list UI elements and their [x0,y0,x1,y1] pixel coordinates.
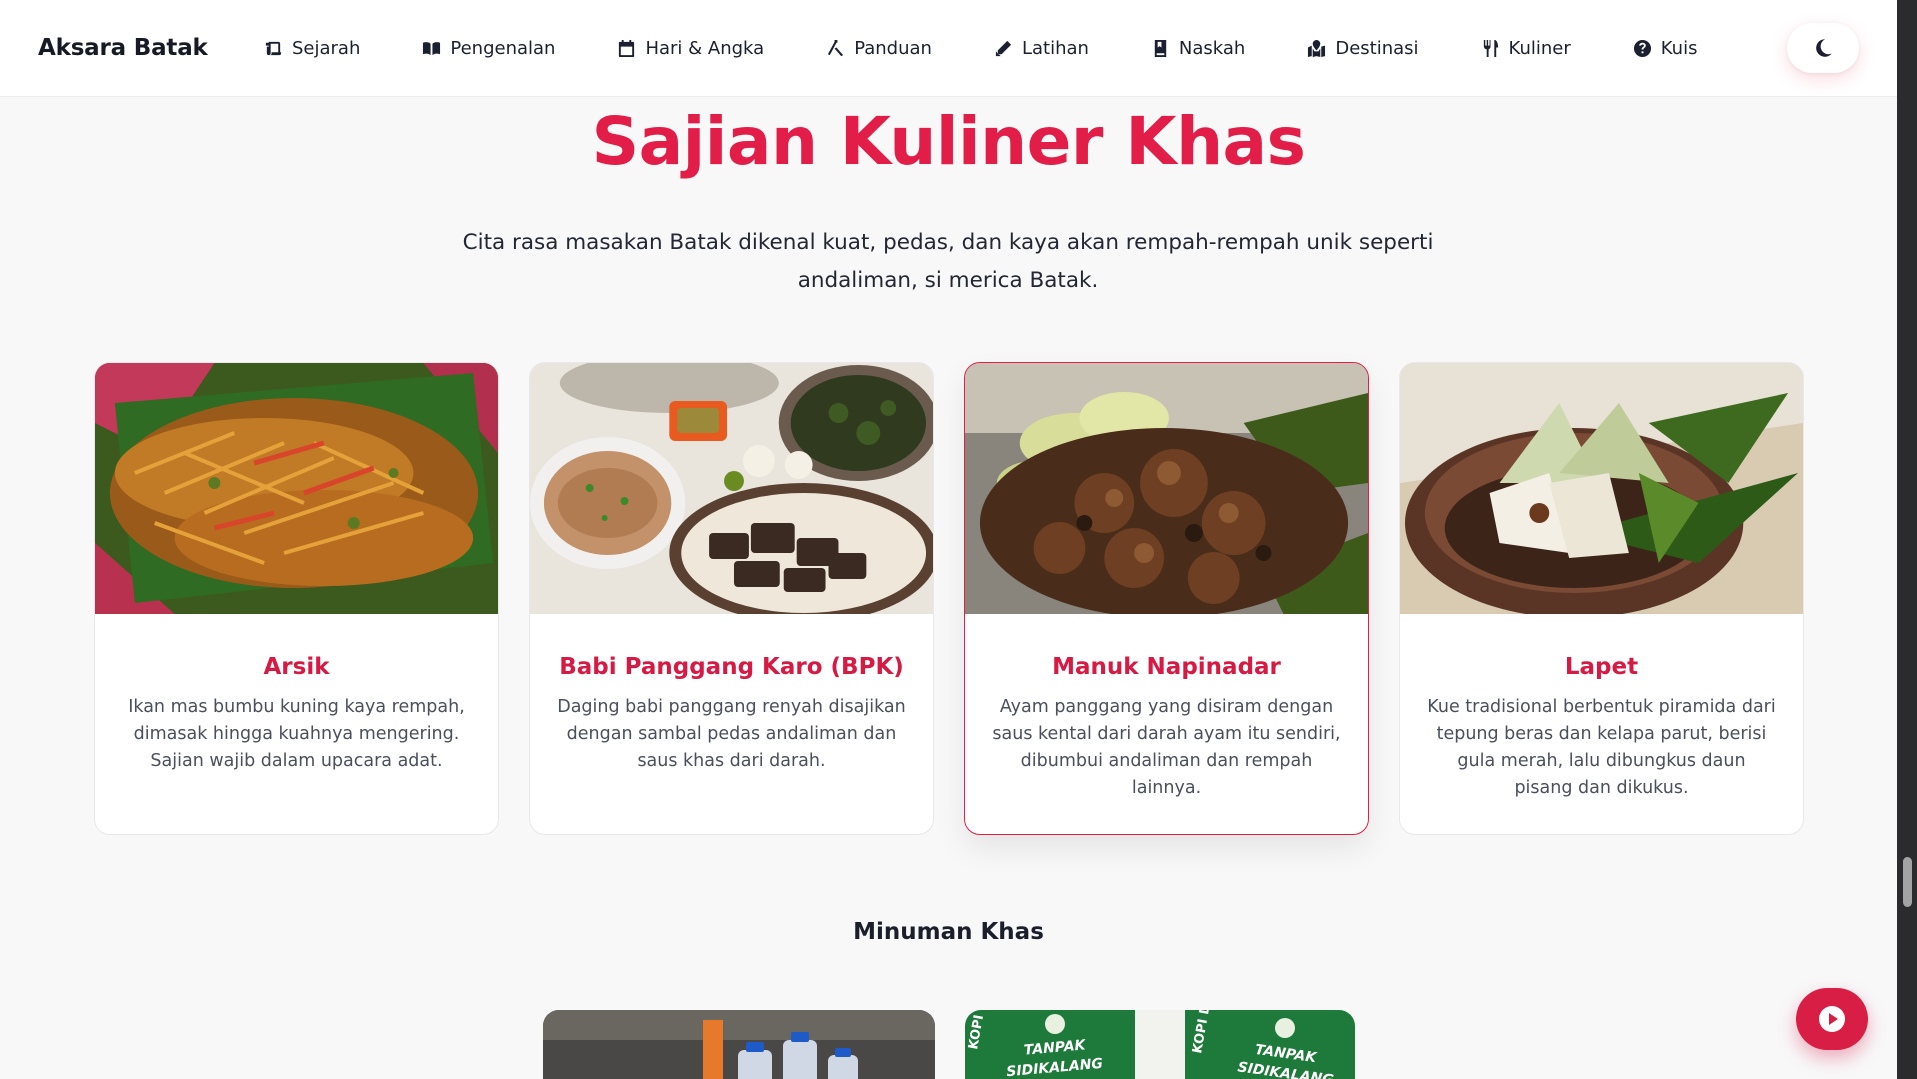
nav-label: Naskah [1178,37,1246,59]
scroll-icon [265,41,282,55]
page-scrollbar[interactable] [1897,0,1917,1079]
dish-description: Daging babi panggang renyah disajikan de… [557,697,906,771]
nav-label: Panduan [854,37,932,59]
dish-title: Babi Panggang Karo (BPK) [559,654,904,680]
nav-label: Pengenalan [450,37,556,59]
drink-image-kopi: TANPAK SIDIKALANG TANPAK SIDIKALANG KOPI… [965,1010,1355,1079]
question-circle-icon [1633,39,1651,57]
main-nav: Sejarah Pengenalan Hari & Angka Panduan … [264,38,1759,59]
book-bookmark-icon [1154,39,1167,57]
dish-image-lapet [1400,363,1803,614]
nav-item-pengenalan[interactable]: Pengenalan [422,38,555,59]
dish-card-manuk-napinadar[interactable]: Manuk Napinadar Ayam panggang yang disir… [964,362,1369,835]
nav-label: Destinasi [1335,37,1419,59]
compass-drafting-icon [828,39,844,56]
moon-icon [1816,39,1832,57]
dish-description: Ayam panggang yang disiram dengan saus k… [992,697,1341,798]
drinks-section-title: Minuman Khas [853,919,1044,945]
calendar-icon [619,39,635,57]
drink-card-water[interactable] [543,1010,935,1079]
nav-label: Kuliner [1508,37,1571,59]
audio-play-button[interactable] [1796,988,1868,1050]
dish-image-bpk [530,363,933,614]
dark-mode-toggle[interactable] [1787,23,1859,73]
top-navbar: Aksara Batak Sejarah Pengenalan Hari & A… [0,0,1897,97]
nav-label: Kuis [1660,37,1698,59]
play-icon [1819,1006,1845,1032]
pencil-icon [995,40,1012,56]
brand-logo[interactable]: Aksara Batak [38,35,264,61]
nav-label: Sejarah [292,37,361,59]
utensils-icon [1483,39,1498,57]
nav-item-naskah[interactable]: Naskah [1151,38,1245,59]
nav-label: Hari & Angka [645,37,765,59]
dish-title: Arsik [263,654,330,680]
dish-description: Ikan mas bumbu kuning kaya rempah, dimas… [128,697,465,771]
dish-image-manuk-napinadar [965,363,1368,614]
dish-image-arsik [95,363,498,614]
section-title: Sajian Kuliner Khas [591,103,1306,180]
section-description: Cita rasa masakan Batak dikenal kuat, pe… [462,230,1434,293]
drink-image-water [543,1010,935,1079]
nav-item-sejarah[interactable]: Sejarah [264,38,360,59]
nav-item-kuliner[interactable]: Kuliner [1481,38,1571,59]
nav-item-panduan[interactable]: Panduan [826,38,932,59]
nav-item-hari-angka[interactable]: Hari & Angka [617,38,764,59]
dish-description: Kue tradisional berbentuk piramida dari … [1427,697,1776,798]
dish-card-bpk[interactable]: Babi Panggang Karo (BPK) Daging babi pan… [529,362,934,835]
dish-card-lapet[interactable]: Lapet Kue tradisional berbentuk piramida… [1399,362,1804,835]
nav-label: Latihan [1021,37,1089,59]
drink-card-kopi[interactable]: TANPAK SIDIKALANG TANPAK SIDIKALANG KOPI… [965,1010,1355,1079]
dish-title: Manuk Napinadar [1052,654,1281,680]
dish-title: Lapet [1564,654,1639,680]
nav-item-latihan[interactable]: Latihan [994,38,1089,59]
nav-item-destinasi[interactable]: Destinasi [1307,37,1419,59]
nav-item-kuis[interactable]: Kuis [1633,37,1698,59]
scrollbar-thumb[interactable] [1903,857,1912,907]
book-open-icon [423,41,441,55]
dish-card-arsik[interactable]: Arsik Ikan mas bumbu kuning kaya rempah,… [94,362,499,835]
map-location-icon [1308,39,1326,57]
